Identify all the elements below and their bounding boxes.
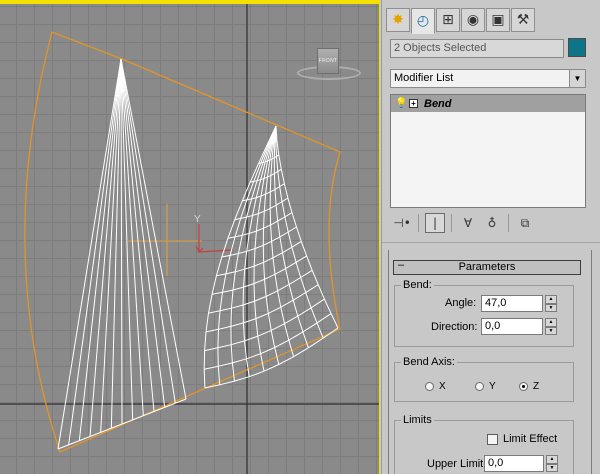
limits-group-label: Limits <box>401 414 434 426</box>
stack-item-label: Bend <box>424 97 452 110</box>
modifier-list-label: Modifier List <box>394 72 454 84</box>
limit-effect-checkbox[interactable] <box>487 434 498 445</box>
radio-icon <box>425 382 434 391</box>
display-icon: ▣ <box>491 12 505 28</box>
axis-z-radio[interactable]: Z <box>519 381 539 392</box>
object-name-field[interactable]: 2 Objects Selected <box>390 39 564 58</box>
viewcube-face-front[interactable]: FRONT <box>317 48 339 74</box>
bend-bounding-gizmo[interactable] <box>24 31 341 453</box>
gizmo-axis-label: Y <box>194 214 201 225</box>
modifier-list-dropdown[interactable]: Modifier List ▼ <box>390 69 586 88</box>
rollout-title: Parameters <box>458 261 516 273</box>
viewport-front[interactable]: Y FRONT <box>0 0 380 474</box>
angle-spinner[interactable]: ▲ ▼ <box>545 295 557 312</box>
pin-stack-icon[interactable]: ⊣• <box>392 213 412 233</box>
bend-axis-group: Bend Axis: X Y Z <box>394 356 574 402</box>
wireframe-objects[interactable] <box>57 58 339 450</box>
stack-item-bend[interactable]: 💡 + Bend <box>391 95 585 112</box>
stack-toolbar: ⊣• | ∀ ♁ ⧉ <box>392 212 539 234</box>
remove-modifier-icon[interactable]: ♁ <box>482 213 502 233</box>
axis-x-label: X <box>439 381 446 392</box>
create-icon: ✸ <box>392 12 404 28</box>
axis-x-radio[interactable]: X <box>425 381 446 392</box>
axis-z-label: Z <box>533 381 540 392</box>
upper-limit-label: Upper Limit: <box>427 458 487 470</box>
limits-group: Limits Limit Effect Upper Limit: 0,0 ▲ ▼ <box>394 414 574 474</box>
bend-group: Bend: Angle: 47,0 ▲ ▼ Direction: 0,0 ▲ ▼ <box>394 279 574 347</box>
axis-y-label: Y <box>489 381 496 392</box>
radio-selected-icon <box>519 382 528 391</box>
hierarchy-icon: ⊞ <box>442 12 454 28</box>
command-panel: ✸ ◴ ⊞ ◉ ▣ ⚒ 2 Objects Selected Modifier … <box>381 0 600 474</box>
axis-y-radio[interactable]: Y <box>475 381 496 392</box>
create-tab[interactable]: ✸ <box>386 8 410 32</box>
modify-tab[interactable]: ◴ <box>411 8 435 34</box>
command-panel-tabs: ✸ ◴ ⊞ ◉ ▣ ⚒ <box>386 8 536 34</box>
direction-spinner[interactable]: ▲ ▼ <box>545 318 557 335</box>
object-color-swatch[interactable] <box>568 38 586 57</box>
utilities-tab[interactable]: ⚒ <box>511 8 535 32</box>
modify-icon: ◴ <box>416 13 430 29</box>
bend-axis-group-label: Bend Axis: <box>401 356 457 368</box>
direction-label: Direction: <box>431 321 478 333</box>
toolbar-separator <box>418 214 419 232</box>
hammer-icon: ⚒ <box>516 12 530 28</box>
toolbar-separator <box>451 214 452 232</box>
hierarchy-tab[interactable]: ⊞ <box>436 8 460 32</box>
angle-label: Angle: <box>445 297 477 309</box>
direction-input[interactable]: 0,0 <box>481 318 543 335</box>
collapse-icon[interactable]: – <box>398 259 404 272</box>
upper-limit-input[interactable]: 0,0 <box>484 455 544 472</box>
lightbulb-icon[interactable]: 💡 <box>395 98 407 109</box>
expand-icon[interactable]: + <box>409 99 418 108</box>
make-unique-icon[interactable]: ∀ <box>458 213 478 233</box>
motion-tab[interactable]: ◉ <box>461 8 485 32</box>
upper-limit-spinner[interactable]: ▲ ▼ <box>546 455 558 472</box>
parameters-rollout: – Parameters Bend: Angle: 47,0 ▲ ▼ Direct… <box>388 250 592 474</box>
viewcube[interactable]: FRONT <box>297 44 361 84</box>
configure-sets-icon[interactable]: ⧉ <box>515 213 535 233</box>
chevron-down-icon[interactable]: ▼ <box>569 70 585 87</box>
radio-icon <box>475 382 484 391</box>
toolbar-separator <box>508 214 509 232</box>
limit-effect-label: Limit Effect <box>503 433 558 445</box>
bend-group-label: Bend: <box>401 279 434 291</box>
display-tab[interactable]: ▣ <box>486 8 510 32</box>
angle-input[interactable]: 47,0 <box>481 295 543 312</box>
panel-divider <box>382 242 600 243</box>
parameters-rollout-header[interactable]: – Parameters <box>393 259 581 275</box>
modifier-stack[interactable]: 💡 + Bend <box>390 94 586 208</box>
show-end-result-icon[interactable]: | <box>425 213 445 233</box>
motion-icon: ◉ <box>466 12 480 28</box>
